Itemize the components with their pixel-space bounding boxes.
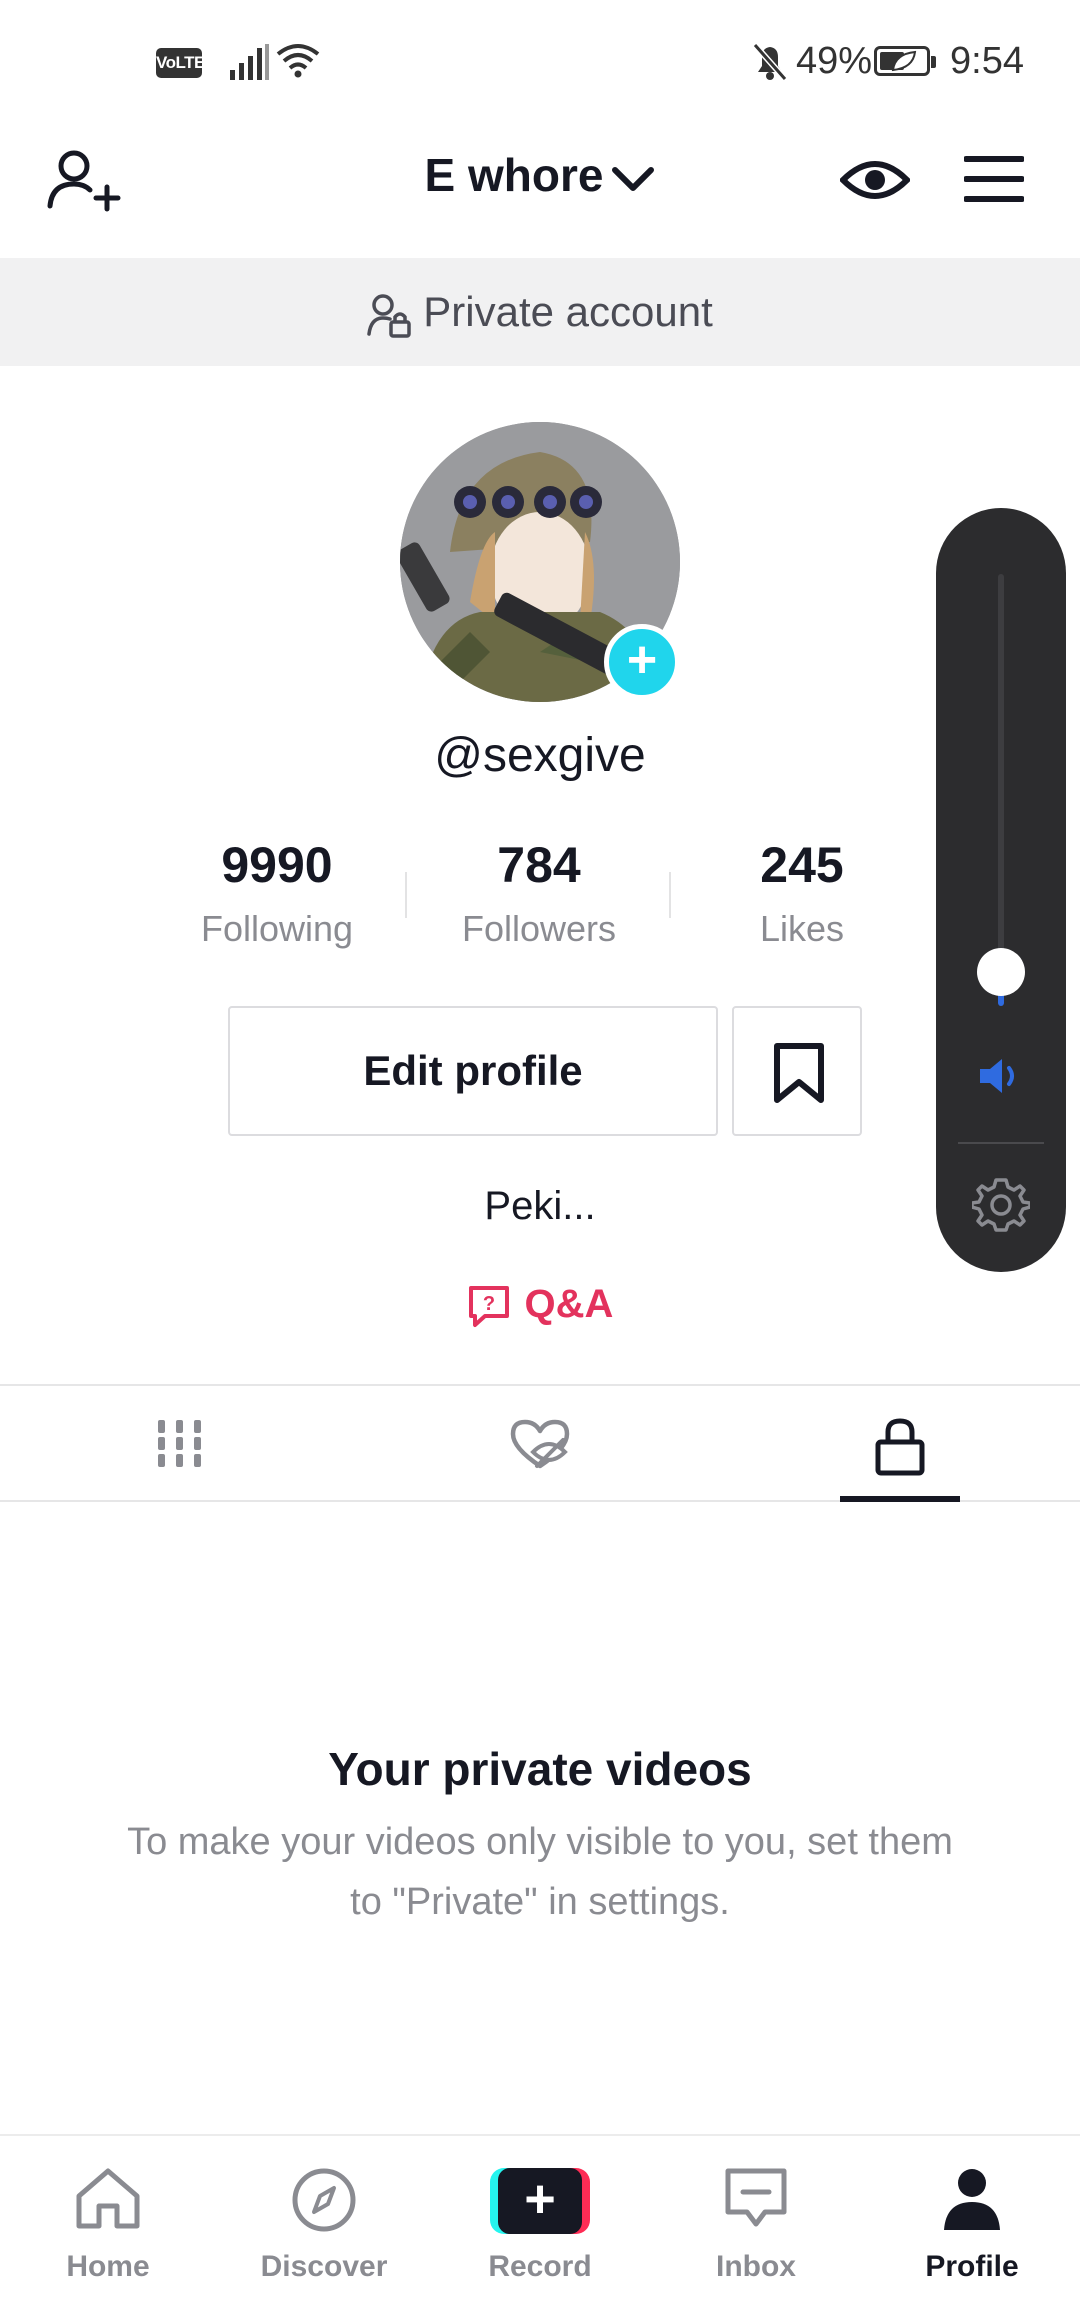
nav-home-label: Home [66, 2250, 150, 2283]
status-bar: VoLTE 49% 9:54 [0, 0, 1080, 120]
bookmark-icon [774, 1043, 824, 1103]
stat-following[interactable]: 9990 Following [157, 836, 397, 950]
qa-label: Q&A [524, 1282, 614, 1326]
nav-discover[interactable]: Discover [216, 2136, 432, 2310]
question-bubble-icon: ? [468, 1286, 509, 1328]
volume-track[interactable] [998, 574, 1004, 986]
edit-profile-button[interactable]: Edit profile [228, 1006, 718, 1136]
nav-inbox[interactable]: Inbox [648, 2136, 864, 2310]
following-count: 9990 [221, 837, 333, 893]
private-user-icon [367, 294, 411, 338]
bottom-navigation: Home Discover + Record Inbox Profile [0, 2134, 1080, 2310]
followers-count: 784 [497, 837, 581, 893]
tab-liked[interactable] [360, 1386, 720, 1502]
profile-bio[interactable]: Peki... [0, 1184, 1080, 1229]
gear-icon[interactable] [972, 1176, 1030, 1234]
likes-label: Likes [759, 908, 845, 949]
active-tab-indicator [840, 1496, 960, 1502]
following-label: Following [200, 908, 354, 949]
private-account-banner: Private account [0, 258, 1080, 366]
tab-videos[interactable] [0, 1386, 360, 1502]
account-switcher[interactable]: E whore [0, 148, 1080, 202]
volume-panel [936, 508, 1066, 1272]
nav-record-label: Record [488, 2250, 592, 2283]
chevron-down-icon [612, 166, 655, 191]
account-name: E whore [424, 149, 604, 201]
nav-home[interactable]: Home [0, 2136, 216, 2310]
compass-icon [292, 2168, 356, 2232]
nav-inbox-label: Inbox [716, 2250, 796, 2283]
stat-divider [405, 872, 407, 918]
wifi-icon [276, 44, 320, 78]
battery-icon [874, 46, 936, 76]
nav-record[interactable]: + Record [432, 2136, 648, 2310]
stat-followers[interactable]: 784 Followers [419, 836, 659, 950]
volume-slider-knob[interactable] [977, 948, 1025, 996]
nav-discover-label: Discover [260, 2250, 388, 2283]
lock-icon [875, 1418, 925, 1476]
add-avatar-button[interactable]: + [604, 624, 680, 700]
favorites-button[interactable] [732, 1006, 862, 1136]
followers-label: Followers [461, 908, 617, 949]
battery-percent: 49% [796, 40, 873, 82]
svg-text:?: ? [482, 1293, 494, 1315]
nav-profile-label: Profile [925, 2250, 1019, 2283]
person-icon [944, 2169, 1000, 2230]
nav-profile[interactable]: Profile [864, 2136, 1080, 2310]
likes-count: 245 [760, 837, 844, 893]
videos-grid-icon [158, 1420, 201, 1467]
clock: 9:54 [950, 40, 1024, 82]
qa-link[interactable]: ? Q&A [0, 1282, 1080, 1328]
tab-private[interactable] [720, 1386, 1080, 1502]
volume-divider [958, 1142, 1044, 1144]
signal-icon [230, 44, 269, 80]
stat-likes[interactable]: 245 Likes [682, 836, 922, 950]
empty-state-description: To make your videos only visible to you,… [127, 1821, 953, 1923]
speaker-icon[interactable] [976, 1056, 1026, 1096]
profile-header: E whore [0, 120, 1080, 258]
eye-icon[interactable] [840, 150, 910, 210]
inbox-icon [725, 2168, 787, 2227]
record-button[interactable]: + [490, 2168, 590, 2234]
stat-divider [669, 872, 671, 918]
profile-handle: @sexgive [434, 729, 646, 782]
liked-hidden-icon [510, 1419, 570, 1469]
menu-icon[interactable] [964, 154, 1024, 204]
volte-badge: VoLTE [156, 48, 205, 78]
notifications-off-icon [752, 43, 788, 81]
content-tabs [0, 1384, 1080, 1502]
empty-state-title: Your private videos [328, 1743, 752, 1795]
private-account-text: Private account [423, 288, 713, 335]
plus-icon: + [498, 2168, 582, 2234]
home-icon [76, 2168, 140, 2229]
